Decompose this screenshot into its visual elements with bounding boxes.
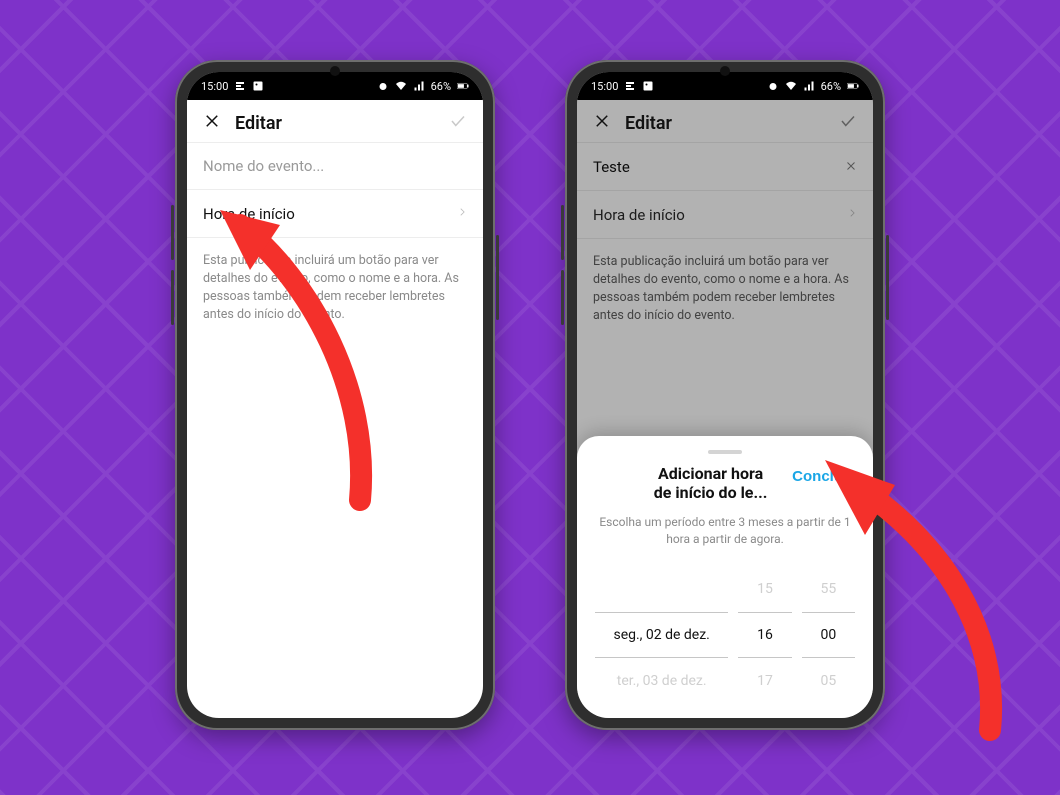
phone-screen-right: 15:00 66% Editar [577, 72, 873, 718]
alarm-icon [377, 80, 389, 92]
status-battery-text: 66% [821, 80, 841, 93]
picker-row-next[interactable]: 05 [802, 658, 855, 704]
sheet-subtitle: Escolha um período entre 3 meses a parti… [595, 514, 855, 548]
start-time-label: Hora de início [203, 205, 295, 223]
status-misc-icon [234, 80, 246, 92]
picker-row-prev[interactable]: 55 [802, 566, 855, 612]
picker-row-next[interactable]: 17 [738, 658, 791, 704]
signal-icon [803, 80, 815, 92]
phone-button [886, 235, 889, 320]
phone-button [171, 205, 174, 260]
phone-button [171, 270, 174, 325]
status-time: 15:00 [591, 80, 618, 93]
signal-icon [413, 80, 425, 92]
sheet-title-line1: Adicionar hora [643, 464, 778, 483]
app-header: Editar [187, 100, 483, 143]
date-column[interactable]: seg., 02 de dez. ter., 03 de dez. [595, 566, 728, 704]
status-battery-text: 66% [431, 80, 451, 93]
chevron-right-icon [457, 204, 467, 223]
sheet-drag-handle[interactable] [708, 450, 742, 454]
sheet-title: Adicionar hora de início do le... [595, 464, 778, 502]
picker-row-selected[interactable]: 00 [802, 612, 855, 658]
confirm-check-icon[interactable] [449, 112, 467, 134]
event-name-placeholder: Nome do evento... [203, 157, 324, 175]
phone-button [496, 235, 499, 320]
phone-camera-notch [720, 66, 730, 76]
done-button[interactable]: Concluir [790, 464, 855, 489]
phone-pair: 15:00 66% Editar [0, 60, 1060, 730]
status-image-icon [252, 80, 264, 92]
sheet-title-line2: de início do le... [643, 483, 778, 502]
minute-column[interactable]: 55 00 05 [802, 566, 855, 704]
status-time: 15:00 [201, 80, 228, 93]
phone-frame-left: 15:00 66% Editar [175, 60, 495, 730]
hour-column[interactable]: 15 16 17 [738, 566, 791, 704]
status-bar: 15:00 66% [187, 72, 483, 100]
reminder-description: Esta publicação incluirá um botão para v… [187, 238, 483, 339]
event-name-input-row[interactable]: Nome do evento... [187, 143, 483, 190]
time-picker-sheet: Adicionar hora de início do le... Conclu… [577, 436, 873, 718]
phone-button [561, 205, 564, 260]
phone-screen-left: 15:00 66% Editar [187, 72, 483, 718]
status-image-icon [642, 80, 654, 92]
picker-row-next[interactable]: ter., 03 de dez. [595, 658, 728, 704]
wifi-icon [785, 80, 797, 92]
battery-icon [457, 80, 469, 92]
picker-row-prev [595, 566, 728, 612]
wifi-icon [395, 80, 407, 92]
phone-button [561, 270, 564, 325]
picker-row-selected[interactable]: seg., 02 de dez. [595, 612, 728, 658]
status-misc-icon [624, 80, 636, 92]
status-bar: 15:00 66% [577, 72, 873, 100]
battery-icon [847, 80, 859, 92]
close-icon[interactable] [203, 112, 221, 134]
phone-camera-notch [330, 66, 340, 76]
alarm-icon [767, 80, 779, 92]
picker-row-selected[interactable]: 16 [738, 612, 791, 658]
page-title: Editar [235, 113, 435, 134]
phone-frame-right: 15:00 66% Editar [565, 60, 885, 730]
start-time-row[interactable]: Hora de início [187, 190, 483, 238]
datetime-picker[interactable]: seg., 02 de dez. ter., 03 de dez. 15 16 … [595, 566, 855, 704]
picker-row-prev[interactable]: 15 [738, 566, 791, 612]
